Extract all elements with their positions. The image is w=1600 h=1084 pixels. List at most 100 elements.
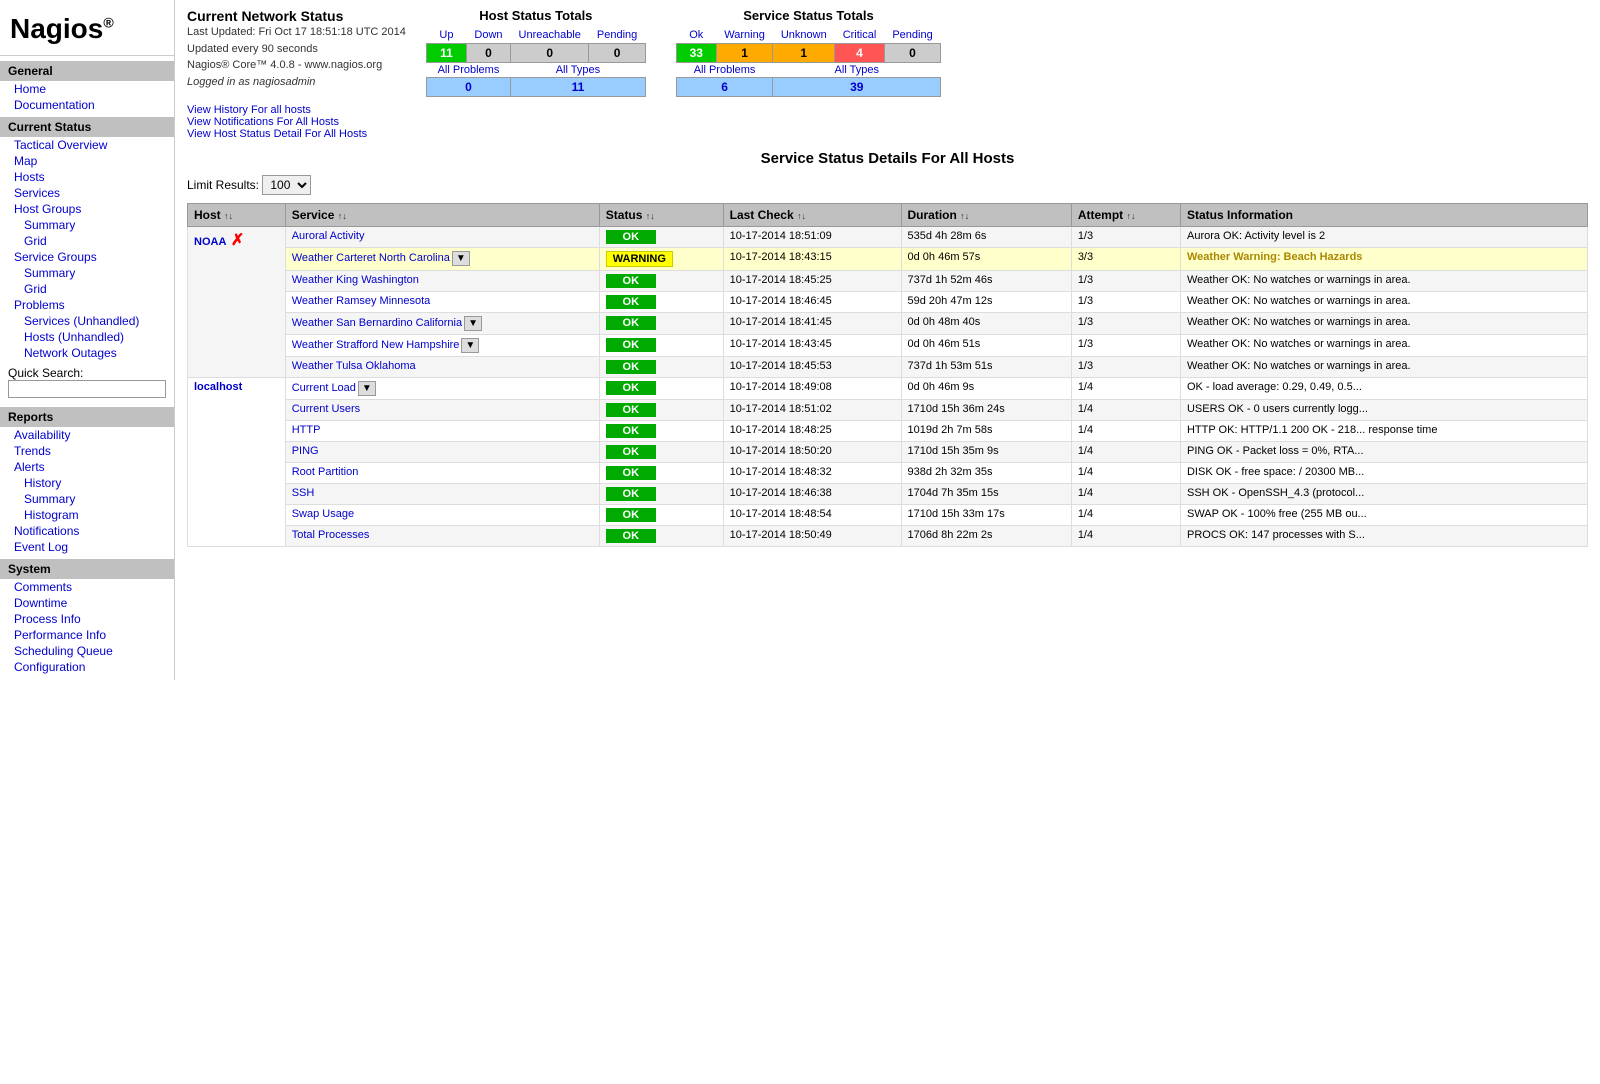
main-content: Current Network Status Last Updated: Fri… <box>175 0 1600 680</box>
host-val-unreachable[interactable]: 0 <box>511 44 589 63</box>
limit-select[interactable]: 100 50 200 <box>262 175 311 195</box>
service-link[interactable]: Current Load <box>292 382 356 394</box>
service-sort-arrows[interactable]: ↑↓ <box>338 211 347 221</box>
sidebar-item-alerts-histogram[interactable]: Histogram <box>0 507 174 523</box>
sidebar-item-hosts-unhandled[interactable]: Hosts (Unhandled) <box>0 329 174 345</box>
sidebar-item-performance-info[interactable]: Performance Info <box>0 627 174 643</box>
service-link[interactable]: HTTP <box>292 424 321 436</box>
sidebar-item-alerts-summary[interactable]: Summary <box>0 491 174 507</box>
status-sort-arrows[interactable]: ↑↓ <box>646 211 655 221</box>
sidebar-item-hosts[interactable]: Hosts <box>0 169 174 185</box>
info-cell: Weather OK: No watches or warnings in ar… <box>1180 357 1587 378</box>
duration-cell: 0d 0h 48m 40s <box>901 313 1071 335</box>
service-link[interactable]: Total Processes <box>292 529 370 541</box>
host-link[interactable]: NOAA <box>194 236 226 248</box>
sidebar-item-sg-summary[interactable]: Summary <box>0 265 174 281</box>
system-section-header: System <box>0 559 174 579</box>
host-sub-val-problems[interactable]: 0 <box>426 78 510 97</box>
status-cell: OK <box>599 227 723 248</box>
host-all-problems-label[interactable]: All Problems <box>426 63 510 78</box>
sidebar-item-services-unhandled[interactable]: Services (Unhandled) <box>0 313 174 329</box>
current-status-section-header: Current Status <box>0 117 174 137</box>
service-cell: HTTP <box>285 421 599 442</box>
sidebar-item-availability[interactable]: Availability <box>0 427 174 443</box>
sidebar-item-comments[interactable]: Comments <box>0 579 174 595</box>
host-all-types-label[interactable]: All Types <box>511 63 646 78</box>
sidebar-item-alerts[interactable]: Alerts <box>0 459 174 475</box>
sidebar-item-tactical-overview[interactable]: Tactical Overview <box>0 137 174 153</box>
quick-search-input[interactable] <box>8 380 166 398</box>
sidebar-item-sg-grid[interactable]: Grid <box>0 281 174 297</box>
host-link[interactable]: localhost <box>194 381 242 393</box>
host-val-up[interactable]: 11 <box>426 44 466 63</box>
sidebar-item-downtime[interactable]: Downtime <box>0 595 174 611</box>
svc-all-types-label[interactable]: All Types <box>773 63 941 78</box>
sidebar-item-trends[interactable]: Trends <box>0 443 174 459</box>
host-val-pending[interactable]: 0 <box>589 44 645 63</box>
sidebar-item-event-log[interactable]: Event Log <box>0 539 174 555</box>
sidebar-item-problems[interactable]: Problems <box>0 297 174 313</box>
svc-val-critical[interactable]: 4 <box>835 44 885 63</box>
sidebar-item-scheduling-queue[interactable]: Scheduling Queue <box>0 643 174 659</box>
svc-sub-val-types[interactable]: 39 <box>773 78 941 97</box>
last-check-cell: 10-17-2014 18:43:15 <box>723 248 901 271</box>
link-view-notifications[interactable]: View Notifications For All Hosts <box>187 116 406 128</box>
svc-all-problems-label[interactable]: All Problems <box>676 63 773 78</box>
service-cell: SSH <box>285 484 599 505</box>
sidebar-item-process-info[interactable]: Process Info <box>0 611 174 627</box>
sidebar-item-documentation[interactable]: Documentation <box>0 97 174 113</box>
sidebar-item-service-groups[interactable]: Service Groups <box>0 249 174 265</box>
service-dropdown-button[interactable]: ▼ <box>358 381 376 396</box>
svc-val-unknown[interactable]: 1 <box>773 44 835 63</box>
lastcheck-sort-arrows[interactable]: ↑↓ <box>797 211 806 221</box>
link-view-history[interactable]: View History For all hosts <box>187 104 406 116</box>
host-sort-arrows[interactable]: ↑↓ <box>224 211 233 221</box>
service-link[interactable]: Weather Tulsa Oklahoma <box>292 360 416 372</box>
host-error-icon[interactable]: ✗ <box>226 232 244 249</box>
service-link[interactable]: Root Partition <box>292 466 359 478</box>
host-sub-val-types[interactable]: 11 <box>511 78 646 97</box>
duration-sort-arrows[interactable]: ↑↓ <box>960 211 969 221</box>
svc-sub-val-problems[interactable]: 6 <box>676 78 773 97</box>
sidebar-item-configuration[interactable]: Configuration <box>0 659 174 675</box>
sidebar-item-map[interactable]: Map <box>0 153 174 169</box>
service-cell: Weather Carteret North Carolina▼ <box>285 248 599 271</box>
service-dropdown-button[interactable]: ▼ <box>452 251 470 266</box>
host-val-down[interactable]: 0 <box>466 44 510 63</box>
svc-val-pending[interactable]: 0 <box>884 44 940 63</box>
network-status-title: Current Network Status <box>187 8 406 24</box>
last-check-cell: 10-17-2014 18:51:09 <box>723 227 901 248</box>
service-dropdown-button[interactable]: ▼ <box>464 316 482 331</box>
service-link[interactable]: PING <box>292 445 319 457</box>
service-link[interactable]: Auroral Activity <box>292 230 365 242</box>
service-cell: Weather San Bernardino California▼ <box>285 313 599 335</box>
service-link[interactable]: Weather Ramsey Minnesota <box>292 295 431 307</box>
quick-search-section: Quick Search: <box>0 361 174 403</box>
sidebar-item-notifications[interactable]: Notifications <box>0 523 174 539</box>
duration-cell: 0d 0h 46m 9s <box>901 378 1071 400</box>
sidebar-item-host-groups[interactable]: Host Groups <box>0 201 174 217</box>
link-view-host-status[interactable]: View Host Status Detail For All Hosts <box>187 128 406 140</box>
service-link[interactable]: Current Users <box>292 403 360 415</box>
service-link[interactable]: Weather Strafford New Hampshire <box>292 339 460 351</box>
attempt-sort-arrows[interactable]: ↑↓ <box>1126 211 1135 221</box>
service-link[interactable]: Weather King Washington <box>292 274 419 286</box>
sidebar-item-hg-grid[interactable]: Grid <box>0 233 174 249</box>
service-link[interactable]: SSH <box>292 487 315 499</box>
service-link[interactable]: Weather Carteret North Carolina <box>292 252 450 264</box>
table-row: Swap UsageOK10-17-2014 18:48:541710d 15h… <box>188 505 1588 526</box>
sidebar-item-services[interactable]: Services <box>0 185 174 201</box>
last-check-cell: 10-17-2014 18:49:08 <box>723 378 901 400</box>
svc-val-warning[interactable]: 1 <box>716 44 773 63</box>
service-link[interactable]: Swap Usage <box>292 508 354 520</box>
sidebar-item-hg-summary[interactable]: Summary <box>0 217 174 233</box>
svc-val-ok[interactable]: 33 <box>676 44 716 63</box>
attempt-cell: 1/3 <box>1071 271 1180 292</box>
sidebar-item-alerts-history[interactable]: History <box>0 475 174 491</box>
service-link[interactable]: Weather San Bernardino California <box>292 317 462 329</box>
status-cell: OK <box>599 357 723 378</box>
sidebar-item-network-outages[interactable]: Network Outages <box>0 345 174 361</box>
sidebar-item-home[interactable]: Home <box>0 81 174 97</box>
table-row: Weather Strafford New Hampshire▼OK10-17-… <box>188 335 1588 357</box>
service-dropdown-button[interactable]: ▼ <box>461 338 479 353</box>
